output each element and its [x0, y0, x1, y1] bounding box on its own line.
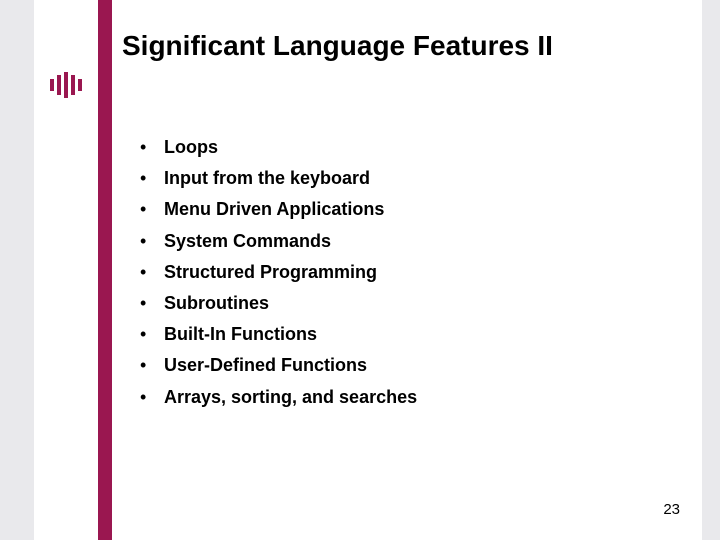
bullet-text: User-Defined Functions [164, 353, 367, 378]
bullet-text: Built-In Functions [164, 322, 317, 347]
accent-band [98, 0, 112, 540]
bullet-text: Structured Programming [164, 260, 377, 285]
list-item: • Structured Programming [140, 260, 660, 285]
list-item: • Subroutines [140, 291, 660, 316]
bullet-icon: • [140, 135, 164, 160]
list-item: • Input from the keyboard [140, 166, 660, 191]
slide: Significant Language Features II • Loops… [0, 0, 720, 540]
bullet-icon: • [140, 260, 164, 285]
bullet-text: Menu Driven Applications [164, 197, 384, 222]
bullet-icon: • [140, 322, 164, 347]
slide-title: Significant Language Features II [122, 30, 553, 62]
page-number: 23 [663, 501, 680, 518]
bullet-text: Arrays, sorting, and searches [164, 385, 417, 410]
list-item: • Loops [140, 135, 660, 160]
bullet-icon: • [140, 166, 164, 191]
bullet-icon: • [140, 353, 164, 378]
bullet-icon: • [140, 291, 164, 316]
right-gutter [702, 0, 720, 540]
bullet-text: Subroutines [164, 291, 269, 316]
bullet-list: • Loops • Input from the keyboard • Menu… [140, 135, 660, 416]
list-item: • Menu Driven Applications [140, 197, 660, 222]
left-gutter [0, 0, 34, 540]
list-item: • User-Defined Functions [140, 353, 660, 378]
list-item: • Arrays, sorting, and searches [140, 385, 660, 410]
bullet-text: System Commands [164, 229, 331, 254]
bullet-icon: • [140, 197, 164, 222]
bullet-icon: • [140, 229, 164, 254]
list-item: • System Commands [140, 229, 660, 254]
bullet-icon: • [140, 385, 164, 410]
bullet-text: Input from the keyboard [164, 166, 370, 191]
bullet-text: Loops [164, 135, 218, 160]
logo-icon [46, 70, 86, 100]
list-item: • Built-In Functions [140, 322, 660, 347]
